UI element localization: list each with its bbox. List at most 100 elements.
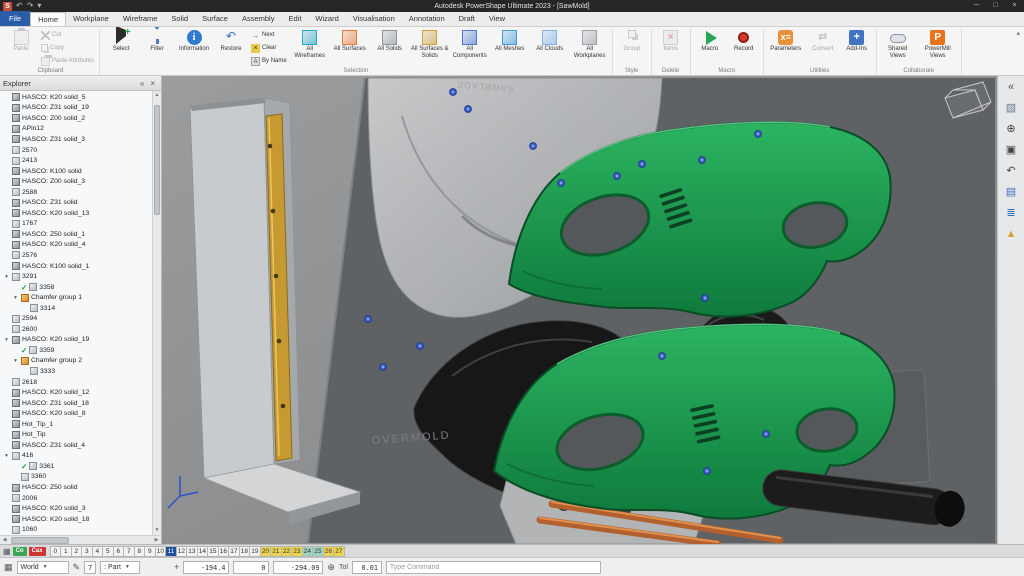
all-all-workplanes-button[interactable]: All Workplanes — [571, 29, 609, 59]
multiple-viewports-icon[interactable]: ▤ — [1003, 184, 1020, 200]
tree-item[interactable]: HASCO: Z31 solid_3 — [0, 134, 152, 145]
copy-button[interactable]: Copy — [39, 42, 96, 54]
tree-item[interactable]: ▾ 3291 — [0, 271, 152, 282]
scroll-up-icon[interactable]: ▲ — [153, 91, 161, 100]
tree-item[interactable]: ▾ Chamfer group 1 — [0, 292, 152, 303]
levels-grid-icon[interactable]: ▦ — [3, 547, 11, 556]
tree-item[interactable]: 2576 — [0, 250, 152, 261]
all-all-surfaces-solids-button[interactable]: All Surfaces & Solids — [411, 29, 449, 59]
autohide-panel-icon[interactable]: « — [137, 79, 147, 88]
all-all-components-button[interactable]: All Components — [451, 29, 489, 59]
tree-item[interactable]: HASCO: Z31 solid_18 — [0, 398, 152, 409]
tab-file[interactable]: File — [0, 11, 31, 26]
explorer-horizontal-scrollbar[interactable]: ◀ ▶ — [0, 535, 161, 544]
tab-home[interactable]: Home — [30, 12, 67, 26]
tree-item[interactable]: 1767 — [0, 219, 152, 230]
tree-item[interactable]: 2588 — [0, 187, 152, 198]
next-button[interactable]: → Next — [249, 29, 289, 41]
scroll-right-icon[interactable]: ▶ — [152, 537, 161, 543]
tree-expander-icon[interactable]: ▾ — [12, 295, 19, 301]
all-all-meshes-button[interactable]: All Meshes — [491, 29, 529, 53]
app-icon[interactable]: S — [3, 1, 12, 11]
tree-item[interactable]: HASCO: K100 solid — [0, 166, 152, 177]
level-badge-cax[interactable]: Cax — [28, 546, 46, 556]
screw-icon[interactable] — [557, 179, 565, 187]
all-all-clouds-button[interactable]: All Clouds — [531, 29, 569, 53]
tree-item[interactable]: HASCO: K20 solid_13 — [0, 208, 152, 219]
tree-item[interactable]: APin12 — [0, 124, 152, 135]
maximize-button[interactable]: □ — [986, 0, 1005, 12]
tree-expander-icon[interactable]: ▾ — [3, 337, 10, 343]
screw-icon[interactable] — [416, 342, 424, 350]
screw-icon[interactable] — [658, 352, 666, 360]
tab-assembly[interactable]: Assembly — [235, 12, 282, 26]
powermill-button[interactable]: P PowerMill Views — [918, 29, 958, 59]
screw-icon[interactable] — [364, 315, 372, 323]
close-button[interactable]: × — [1005, 0, 1024, 12]
previous-view-icon[interactable]: ↶ — [1003, 163, 1020, 179]
undo-icon[interactable]: ↶ — [16, 1, 23, 11]
tab-visualisation[interactable]: Visualisation — [346, 12, 402, 26]
screw-icon[interactable] — [703, 467, 711, 475]
scroll-down-icon[interactable]: ▼ — [153, 526, 161, 535]
clear-button[interactable]: × Clear — [249, 42, 289, 54]
tree-item[interactable]: ✓ 3361 — [0, 461, 152, 472]
tree-item[interactable]: HASCO: Z31 solid — [0, 197, 152, 208]
minimize-button[interactable]: ─ — [967, 0, 986, 12]
screw-icon[interactable] — [529, 142, 537, 150]
command-input[interactable] — [385, 560, 601, 574]
close-panel-icon[interactable]: × — [147, 79, 158, 88]
cut-button[interactable]: Cut — [39, 29, 96, 41]
tree-item[interactable]: HASCO: K20 solid_8 — [0, 408, 152, 419]
screw-icon[interactable] — [762, 430, 770, 438]
tree-item[interactable]: HASCO: Z50 solid_1 — [0, 229, 152, 240]
all-all-solids-button[interactable]: All Solids — [371, 29, 409, 53]
levels-stack-icon[interactable]: ≣ — [1003, 205, 1020, 221]
tree-item[interactable]: 2006 — [0, 493, 152, 504]
tree-item[interactable]: HASCO: K20 solid_18 — [0, 514, 152, 525]
all-all-surfaces-button[interactable]: All Surfaces — [331, 29, 369, 53]
shared-views-button[interactable]: Shared Views — [880, 29, 916, 59]
explorer-vertical-scrollbar[interactable]: ▲ ▼ — [152, 91, 161, 535]
select-button[interactable]: + Select — [103, 27, 139, 53]
tab-annotation[interactable]: Annotation — [402, 12, 452, 26]
tree-item[interactable]: HASCO: Z31 solid_4 — [0, 440, 152, 451]
collapse-panel-icon[interactable]: « — [1003, 79, 1020, 95]
tree-item[interactable]: HASCO: Z50 solid — [0, 482, 152, 493]
tree-item[interactable]: 3333 — [0, 366, 152, 377]
level-badge-co[interactable]: Co — [12, 546, 27, 556]
add-ins-button[interactable]: + Add-Ins — [841, 29, 873, 53]
tree-item[interactable]: Hot_Tip_1 — [0, 419, 152, 430]
tree-expander-icon[interactable]: ▾ — [3, 274, 10, 280]
screw-icon[interactable] — [701, 294, 709, 302]
tree-item[interactable]: HASCO: Z31 solid_19 — [0, 103, 152, 114]
tolerance-value[interactable]: 0.01 — [351, 560, 382, 574]
tree-item[interactable]: HASCO: Z00 solid_2 — [0, 113, 152, 124]
tree-item[interactable]: 2618 — [0, 377, 152, 388]
workplane-select[interactable]: World ▼ — [16, 560, 69, 574]
level-27[interactable]: 27 — [333, 545, 345, 557]
tab-wizard[interactable]: Wizard — [308, 12, 345, 26]
tree-item[interactable]: 1060 — [0, 524, 152, 535]
screw-icon[interactable] — [449, 88, 457, 96]
coordinate-x[interactable]: -194.4 — [183, 560, 230, 574]
scrollbar-thumb[interactable] — [154, 105, 160, 215]
paste-attributes-button[interactable]: Paste Attributes — [39, 54, 96, 67]
viewport-canvas[interactable]: OVERMOLD SAWBLADE — [162, 76, 997, 544]
edit-pencil-icon[interactable]: ✎ — [73, 562, 81, 573]
zoom-window-icon[interactable]: ▣ — [1003, 142, 1020, 158]
tree-item[interactable]: HASCO: Z00 solid_3 — [0, 176, 152, 187]
tree-item[interactable]: 3314 — [0, 303, 152, 314]
group-button[interactable]: Group — [616, 29, 648, 53]
parameters-button[interactable]: x= Parameters — [767, 29, 805, 53]
information-button[interactable]: i Information — [175, 29, 213, 53]
by-name-button[interactable]: A By Name — [249, 55, 289, 67]
convert-button[interactable]: ⇄ Convert — [807, 29, 839, 53]
tree-item[interactable]: Hot_Tip — [0, 430, 152, 441]
record-button[interactable]: Record — [728, 29, 760, 53]
tree-item[interactable]: ▾ Chamfer group 2 — [0, 356, 152, 367]
delete-items-button[interactable]: × Items — [655, 29, 687, 53]
tree-item[interactable]: HASCO: K20 solid_3 — [0, 503, 152, 514]
screw-icon[interactable] — [613, 172, 621, 180]
selection-filter-select[interactable]: : Part ▼ — [100, 560, 141, 574]
